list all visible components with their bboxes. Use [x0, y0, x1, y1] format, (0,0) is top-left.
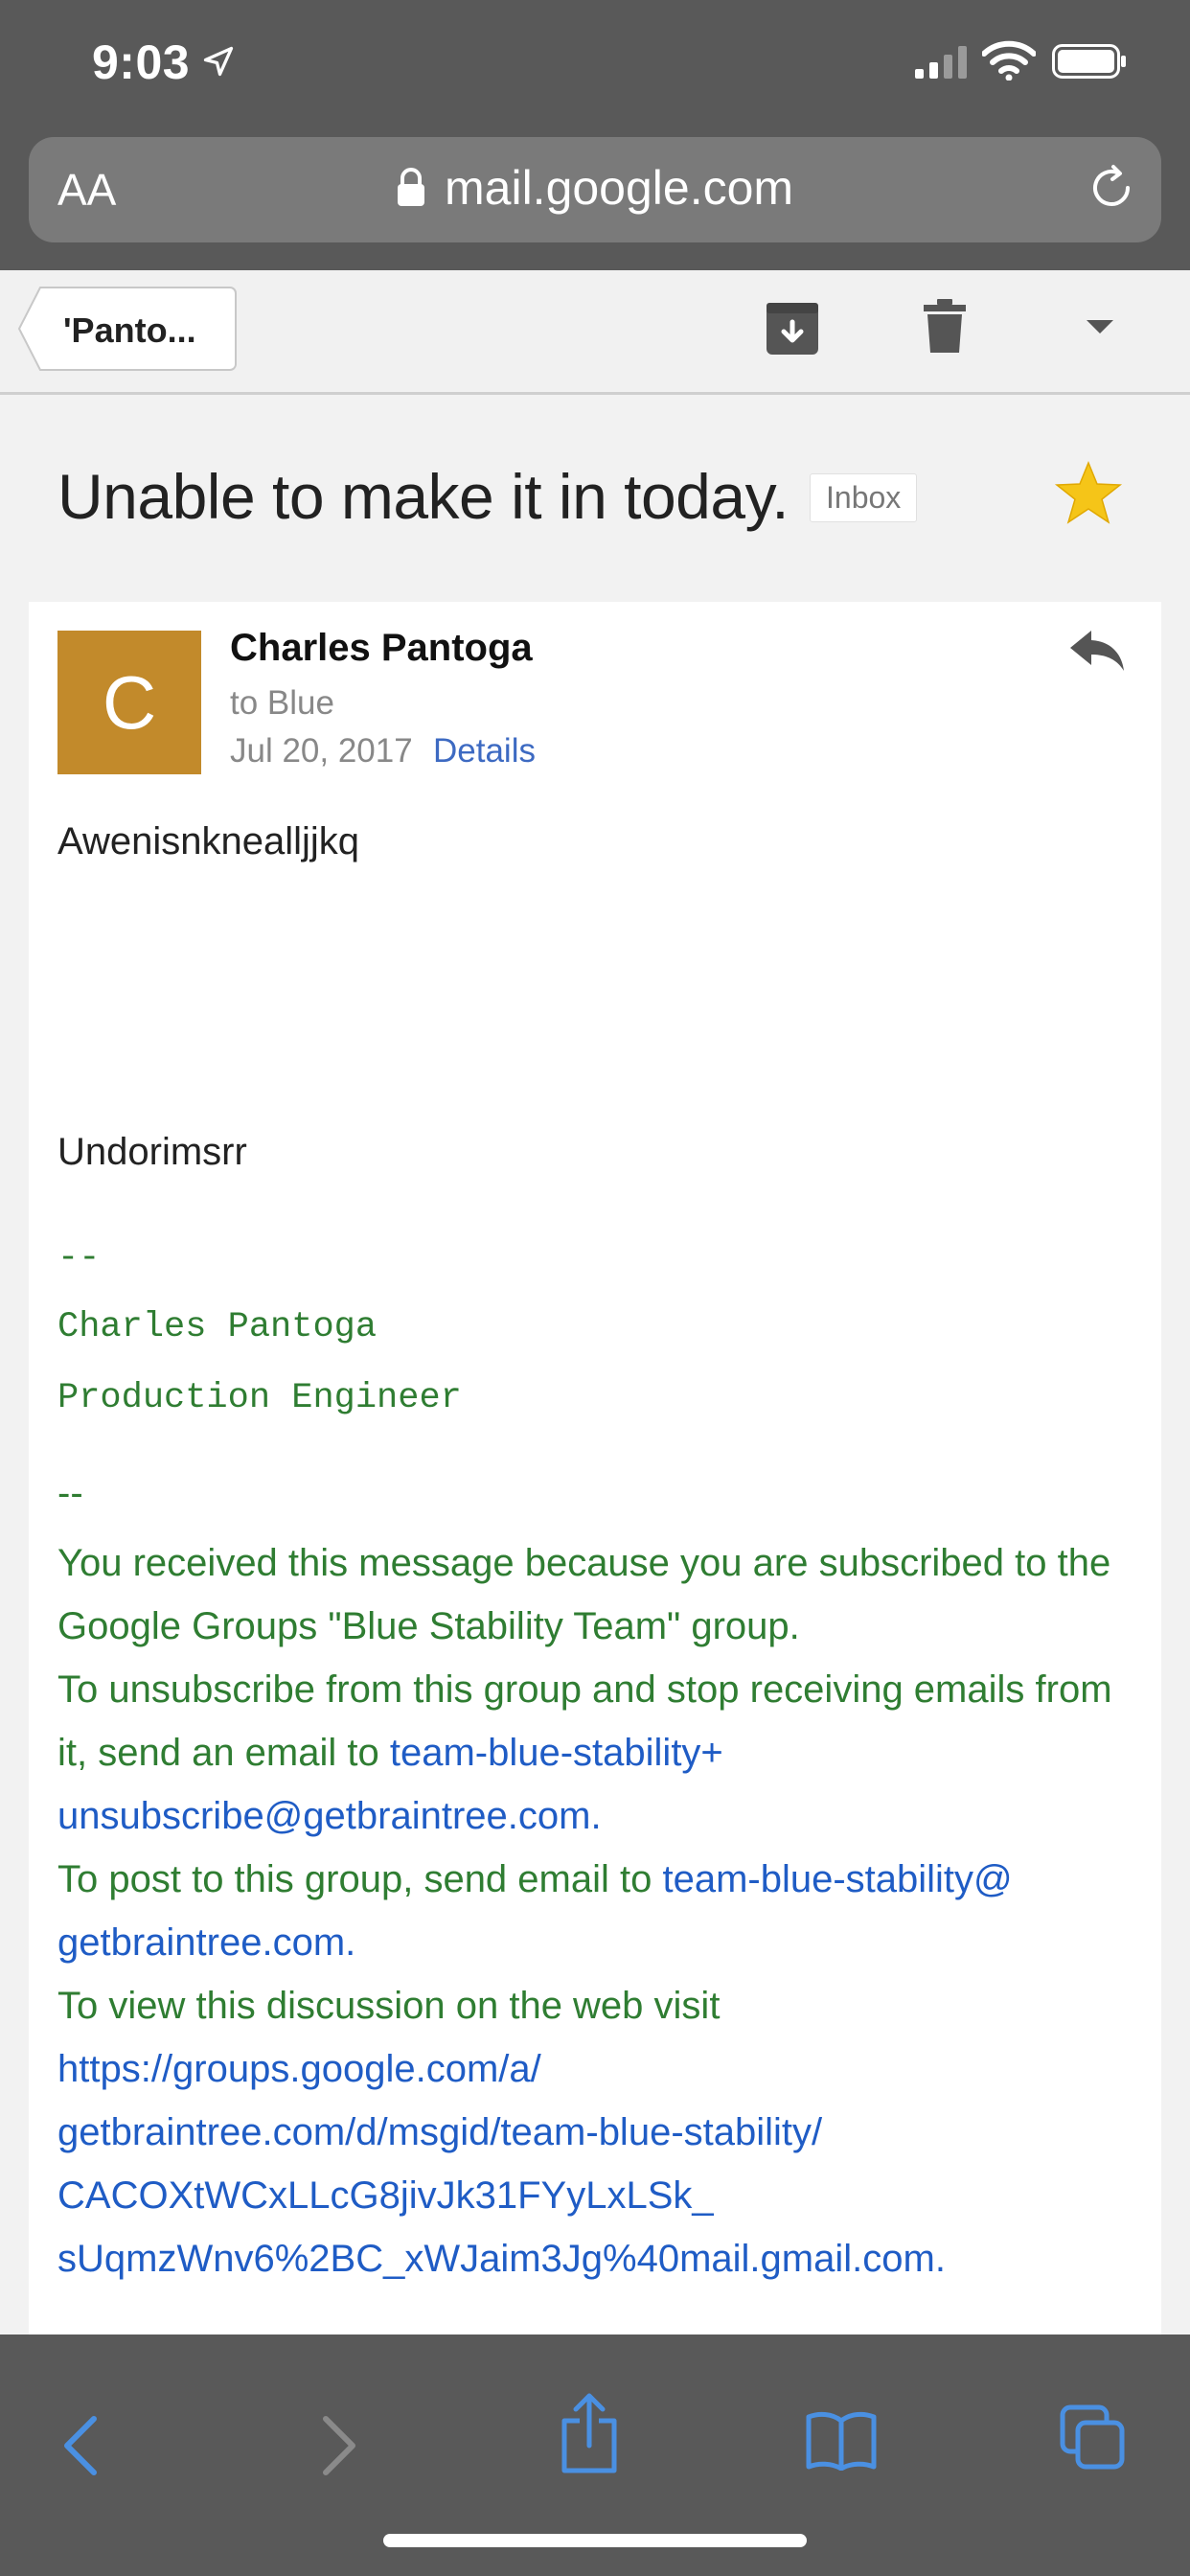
share-icon[interactable] [559, 2392, 620, 2474]
lock-icon [398, 168, 424, 206]
footer-view-text: To view this discussion on the web visit [57, 1985, 721, 2027]
tabs-icon[interactable] [1059, 2404, 1126, 2471]
reader-text-size-button[interactable]: AA [57, 164, 116, 216]
signature-name: Charles Pantoga [57, 1307, 378, 1347]
forward-arrow-icon[interactable] [320, 2415, 358, 2476]
discussion-link-part-2[interactable]: getbraintree.com/d/msgid/team-blue-stabi… [57, 2101, 1140, 2164]
details-link[interactable]: Details [433, 732, 536, 770]
discussion-link[interactable]: https://groups.google.com/a/ getbraintre… [57, 2037, 1140, 2290]
gmail-mobile-page: 9:03 AA mail.google.com 'Panto... Unable… [0, 0, 1190, 2576]
trash-icon[interactable] [922, 297, 968, 355]
avatar-letter: C [102, 659, 157, 745]
discussion-link-part-3[interactable]: CACOXtWCxLLcG8jivJk31FYyLxLSk_ [57, 2164, 1140, 2227]
body-line-2: Undorimsrr [57, 1131, 247, 1173]
book-icon[interactable] [805, 2411, 878, 2471]
url-text[interactable]: mail.google.com [445, 160, 793, 216]
footer-subscribed-notice: You received this message because you ar… [57, 1542, 1111, 1647]
group-footer: You received this message because you ar… [57, 1531, 1140, 2290]
back-to-thread-button[interactable]: 'Panto... [17, 286, 238, 372]
star-icon[interactable] [1054, 460, 1123, 527]
footer-separator: -- [57, 1472, 83, 1514]
body-line-1: Awenisnknealljjkq [57, 820, 359, 862]
message-card: C Charles Pantoga to Blue Jul 20, 2017 D… [29, 602, 1161, 2334]
inbox-label-badge[interactable]: Inbox [810, 473, 918, 522]
message-toolbar: 'Panto... [0, 270, 1190, 395]
chevron-down-icon[interactable] [1085, 318, 1115, 335]
reply-icon[interactable] [1068, 627, 1126, 675]
address-bar[interactable]: AA mail.google.com [29, 137, 1161, 242]
sender-name: Charles Pantoga [230, 627, 533, 669]
status-time: 9:03 [92, 35, 191, 89]
discussion-link-part-1[interactable]: https://groups.google.com/a/ [57, 2037, 1140, 2101]
footer-post-text: To post to this group, send email to [57, 1858, 663, 1900]
avatar: C [57, 631, 201, 774]
browser-top-chrome: 9:03 AA mail.google.com [0, 0, 1190, 270]
wifi-icon [982, 40, 1036, 80]
email-subject: Unable to make it in today. [57, 461, 790, 532]
footer-unsubscribe: To unsubscribe from this group and stop … [57, 1668, 1112, 1837]
back-arrow-icon[interactable] [61, 2415, 100, 2476]
archive-icon[interactable] [765, 299, 820, 356]
signal-icon [915, 46, 967, 79]
battery-icon [1052, 44, 1126, 79]
footer-post: To post to this group, send email to tea… [57, 1858, 1013, 1964]
reload-icon[interactable] [1086, 162, 1137, 214]
signature-title: Production Engineer [57, 1378, 462, 1418]
signature-separator: -- [57, 1238, 101, 1278]
location-arrow-icon [203, 46, 234, 77]
message-date: Jul 20, 2017 [230, 732, 413, 770]
discussion-link-part-4[interactable]: sUqmzWnv6%2BC_xWJaim3Jg%40mail.gmail.com [57, 2238, 935, 2280]
recipient-line: to Blue [230, 684, 334, 722]
home-indicator[interactable] [383, 2534, 807, 2547]
back-button-label: 'Panto... [63, 310, 196, 350]
